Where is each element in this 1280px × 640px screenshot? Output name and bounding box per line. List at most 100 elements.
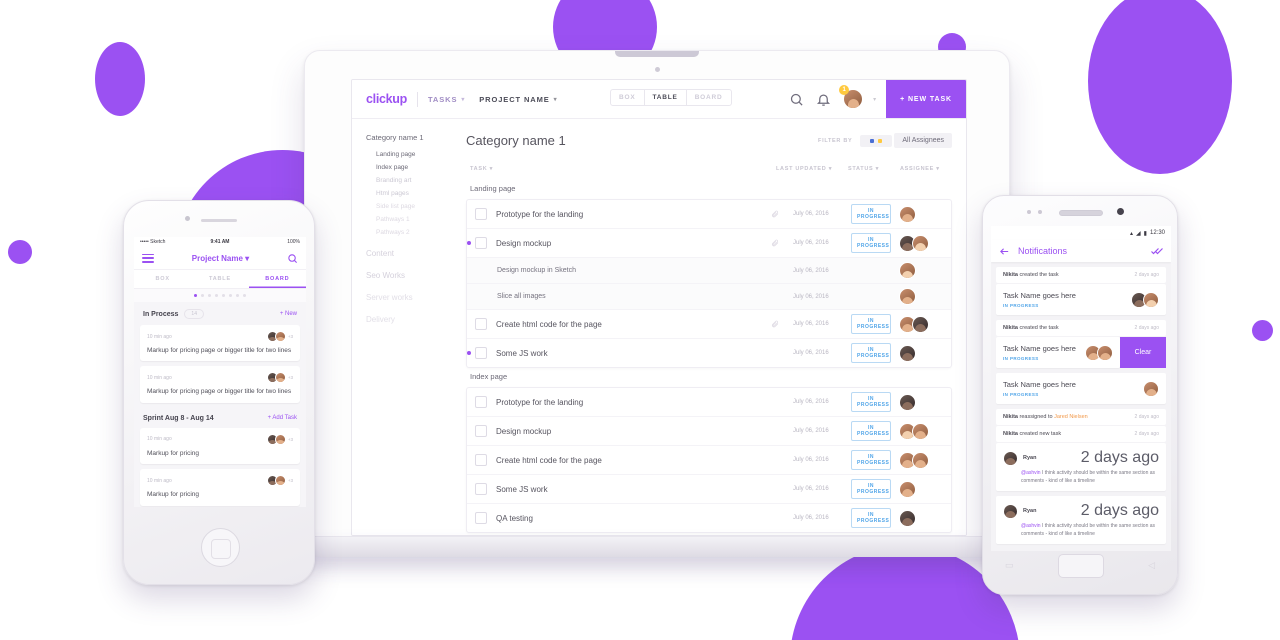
activity-row[interactable]: Nikita created the task 2 days ago: [996, 320, 1166, 336]
notification-task-card[interactable]: Task Name goes here IN PROGRESS: [996, 373, 1166, 404]
sidebar-item-branding-art[interactable]: Branding art: [376, 177, 458, 184]
chevron-down-icon[interactable]: ▾: [873, 96, 876, 103]
sidebar-group-seo-works[interactable]: Seo Works: [366, 271, 458, 280]
avatar[interactable]: [899, 393, 916, 411]
home-button[interactable]: [200, 528, 240, 567]
page-dot[interactable]: [229, 294, 232, 297]
iphone-project-title[interactable]: Project Name ▾: [154, 254, 287, 263]
board-card[interactable]: 10 min ago +3 Markup for pricing: [140, 469, 300, 506]
task-checkbox[interactable]: [475, 512, 487, 524]
tab-box[interactable]: BOX: [134, 270, 191, 288]
sidebar-group-delivery[interactable]: Delivery: [366, 315, 458, 324]
activity-row[interactable]: Nikita created new task 2 days ago: [996, 426, 1166, 442]
view-toggle-group[interactable]: BOX TABLE BOARD: [610, 89, 732, 106]
card-avatars[interactable]: +3: [266, 372, 293, 384]
search-icon[interactable]: [287, 253, 298, 264]
board-card[interactable]: 10 min ago +3 Markup for pricing page or b…: [140, 325, 300, 362]
table-row[interactable]: Design mockup July 06, 2016 IN PROGRESS: [467, 229, 951, 258]
iphone-tabs[interactable]: BOX TABLE BOARD: [134, 270, 306, 289]
task-checkbox[interactable]: [475, 208, 487, 220]
page-dot[interactable]: [243, 294, 246, 297]
table-row[interactable]: Some JS work July 06, 2016 IN PROGRESS: [467, 475, 951, 504]
assignee-avatars[interactable]: [1085, 344, 1113, 361]
task-checkbox[interactable]: [475, 396, 487, 408]
attachment-icon[interactable]: [771, 239, 779, 247]
search-icon[interactable]: [789, 92, 804, 107]
notification-list[interactable]: Nikita created the task 2 days ago Task Na…: [991, 262, 1171, 551]
sidebar-item-landing-page[interactable]: Landing page: [376, 151, 458, 158]
column-header-last-updated[interactable]: LAST UPDATED ▾: [776, 166, 848, 172]
table-row[interactable]: Design mockup in Sketch July 06, 2016: [467, 258, 951, 284]
swiped-notification-row[interactable]: Task Name goes here IN PROGRESS Clear: [996, 337, 1166, 368]
avatar[interactable]: [912, 451, 929, 469]
board-section-action[interactable]: + New: [280, 311, 297, 317]
clickup-logo[interactable]: clickup: [352, 92, 407, 106]
home-button[interactable]: [1058, 554, 1104, 578]
avatar[interactable]: [274, 372, 286, 384]
notification-task-card[interactable]: Task Name goes here IN PROGRESS: [996, 337, 1120, 368]
iphone-board-list[interactable]: In Process 14 + New 10 min ago +3 Markup for …: [134, 302, 306, 507]
avatar[interactable]: [274, 433, 286, 445]
assignee-avatars[interactable]: [891, 262, 951, 279]
avatar[interactable]: [899, 262, 916, 279]
status-badge[interactable]: IN PROGRESS: [851, 392, 891, 412]
sidebar-group-server-works[interactable]: Server works: [366, 293, 458, 302]
clear-button[interactable]: Clear: [1120, 337, 1166, 368]
page-dot[interactable]: [194, 294, 197, 297]
assignee-avatars[interactable]: [891, 315, 951, 333]
status-badge[interactable]: IN PROGRESS: [851, 421, 891, 441]
avatar[interactable]: [912, 234, 929, 252]
activity-row[interactable]: Nikita reassigned to Jared Nielsen 2 days…: [996, 409, 1166, 425]
avatar[interactable]: [899, 509, 916, 527]
assignee-avatars[interactable]: [891, 509, 951, 527]
assignee-avatars[interactable]: [1143, 380, 1159, 397]
status-badge[interactable]: IN PROGRESS: [851, 479, 891, 499]
all-assignees-filter[interactable]: All Assignees: [894, 133, 952, 148]
page-dot[interactable]: [222, 294, 225, 297]
status-badge[interactable]: IN PROGRESS: [851, 450, 891, 470]
card-avatars[interactable]: +3: [266, 433, 293, 445]
avatar[interactable]: [1143, 291, 1159, 308]
page-dot[interactable]: [208, 294, 211, 297]
assignee-avatars[interactable]: [1131, 291, 1159, 308]
sidebar-group-content[interactable]: Content: [366, 249, 458, 258]
avatar[interactable]: [899, 344, 916, 362]
avatar[interactable]: [1143, 380, 1159, 397]
sidebar-item-html-pages[interactable]: Html pages: [376, 190, 458, 197]
status-badge[interactable]: IN PROGRESS: [851, 314, 891, 334]
table-row[interactable]: Design mockup July 06, 2016 IN PROGRESS: [467, 417, 951, 446]
board-section-action[interactable]: + Add Task: [268, 415, 297, 421]
assignee-avatars[interactable]: [891, 288, 951, 305]
avatar[interactable]: [899, 480, 916, 498]
table-row[interactable]: Slice all images July 06, 2016: [467, 284, 951, 310]
page-dot[interactable]: [236, 294, 239, 297]
board-card[interactable]: 10 min ago +3 Markup for pricing page or b…: [140, 366, 300, 403]
avatar[interactable]: [1003, 450, 1018, 466]
table-row[interactable]: Create html code for the page July 06, 20…: [467, 310, 951, 339]
assignee-avatars[interactable]: [891, 344, 951, 362]
table-row[interactable]: Some JS work July 06, 2016 IN PROGRESS: [467, 339, 951, 367]
view-toggle-board[interactable]: BOARD: [687, 90, 731, 105]
comment-card[interactable]: Ryan 2 days ago @ashvin I think activity s…: [996, 496, 1166, 544]
tab-board[interactable]: BOARD: [249, 270, 306, 288]
view-toggle-table[interactable]: TABLE: [645, 90, 687, 105]
back-button[interactable]: ◁: [1148, 560, 1155, 571]
double-check-icon[interactable]: [1151, 245, 1163, 257]
task-checkbox[interactable]: [475, 483, 487, 495]
filter-color-chip[interactable]: [860, 134, 893, 147]
board-card[interactable]: 10 min ago +3 Markup for pricing: [140, 427, 300, 465]
card-avatars[interactable]: +3: [266, 331, 293, 342]
assignee-avatars[interactable]: [891, 205, 951, 223]
status-badge[interactable]: IN PROGRESS: [851, 204, 891, 224]
task-checkbox[interactable]: [475, 237, 487, 249]
task-checkbox[interactable]: [475, 318, 487, 330]
assignee-avatars[interactable]: [891, 480, 951, 498]
nav-project[interactable]: PROJECT NAME ▾: [479, 95, 557, 104]
bell-icon[interactable]: [816, 92, 831, 107]
table-row[interactable]: Create html code for the page July 06, 20…: [467, 446, 951, 475]
avatar-wrap[interactable]: 1: [839, 85, 864, 109]
avatar[interactable]: [899, 205, 916, 223]
task-checkbox[interactable]: [475, 425, 487, 437]
page-indicator[interactable]: [134, 289, 306, 302]
task-checkbox[interactable]: [475, 454, 487, 466]
